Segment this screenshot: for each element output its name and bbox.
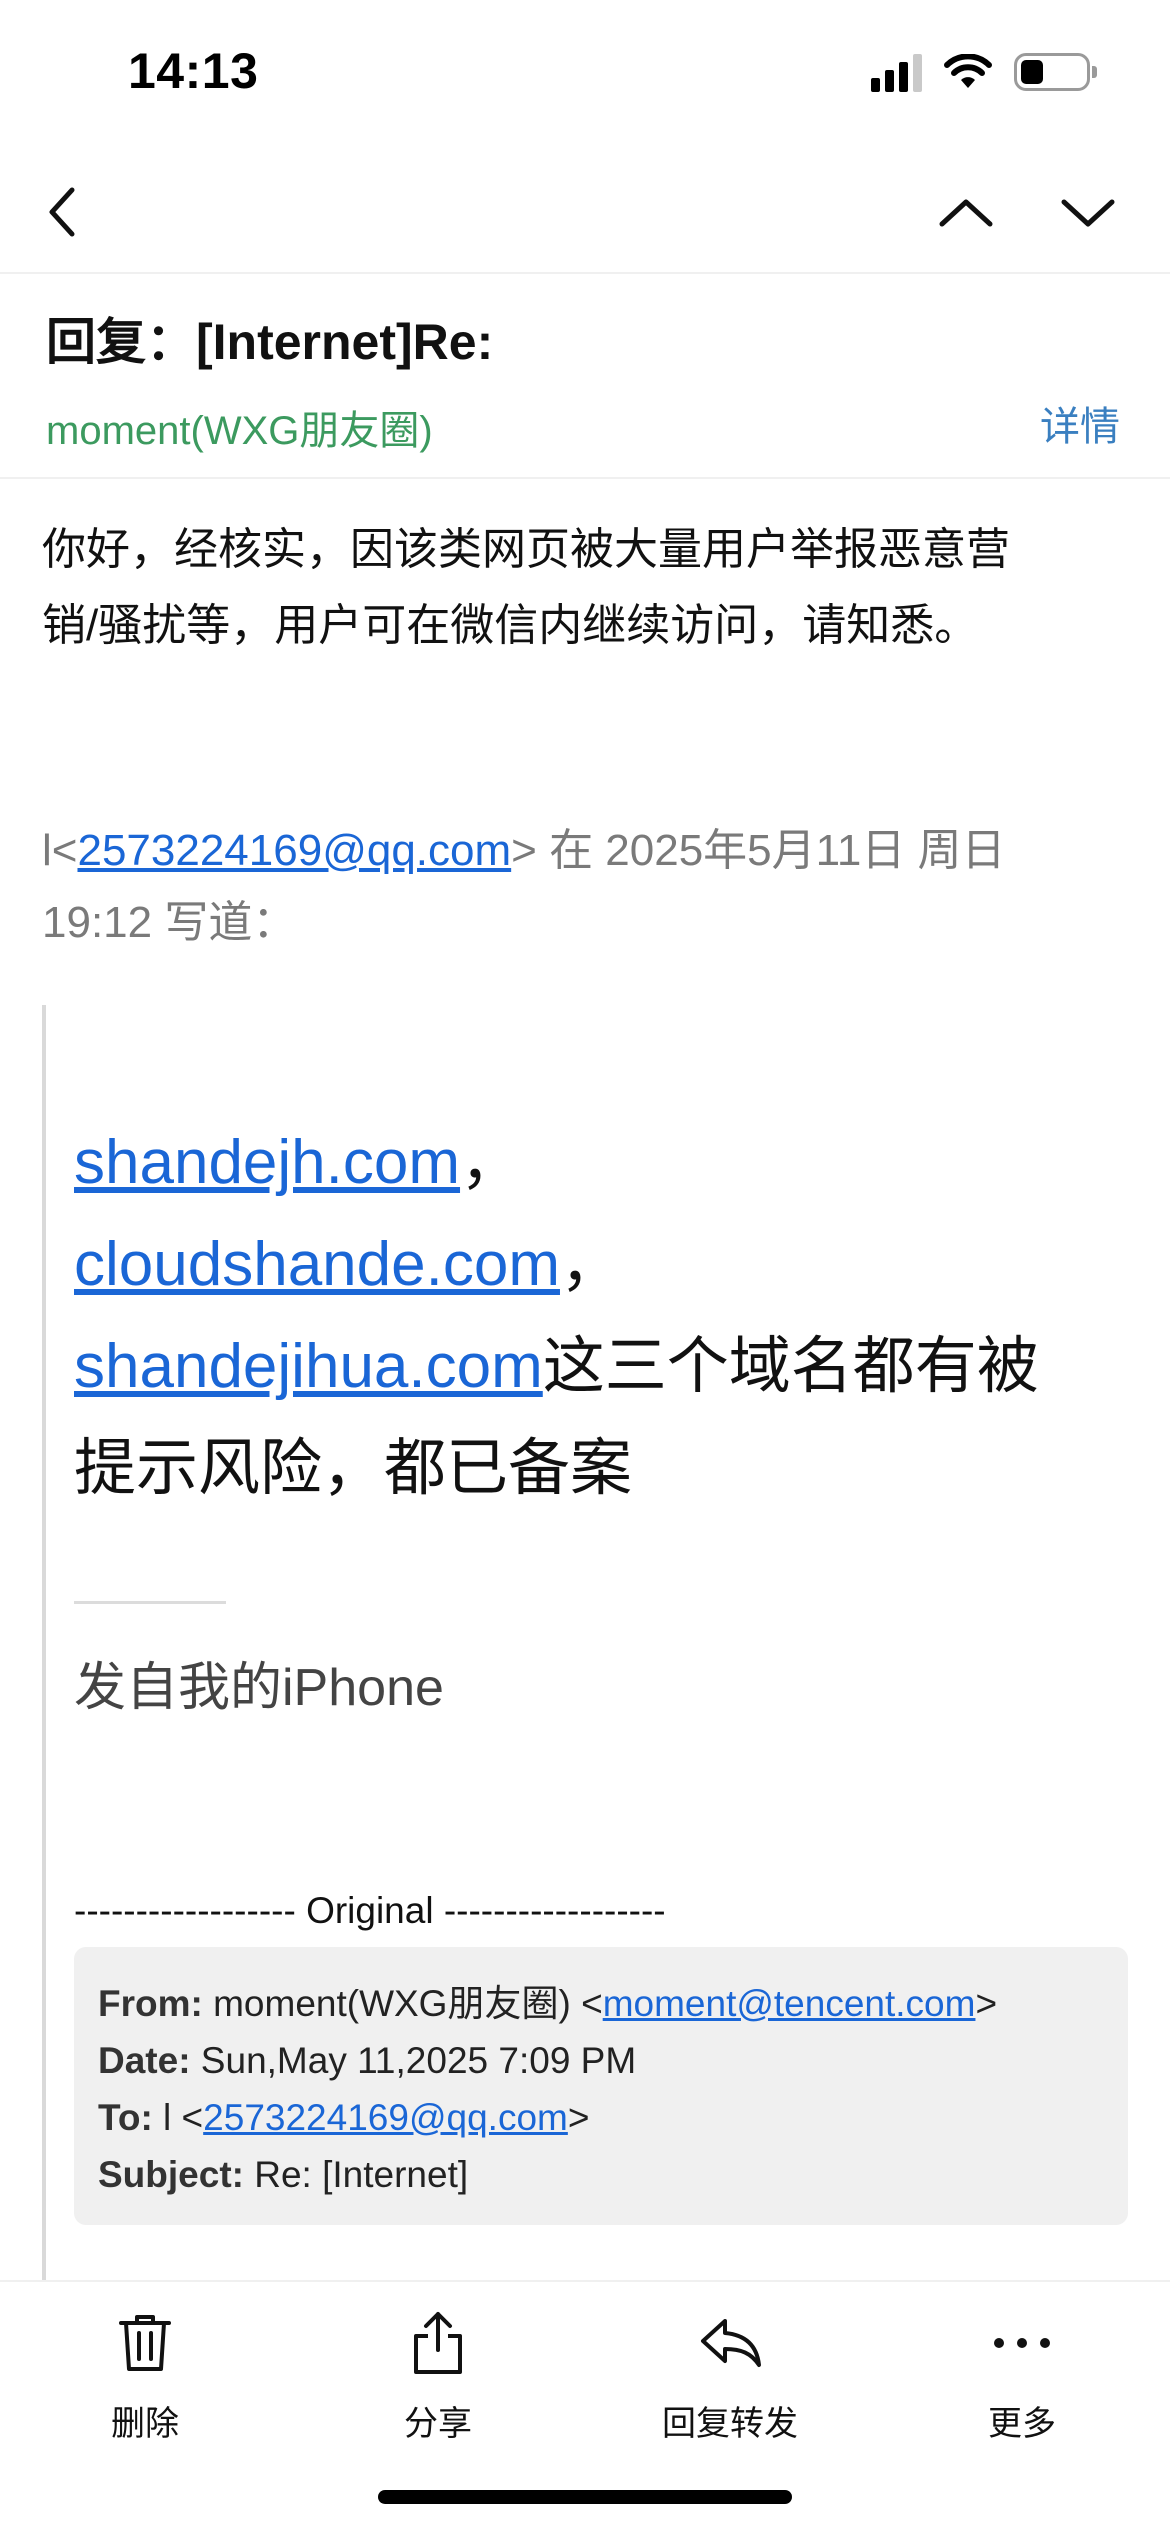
delete-label: 删除 — [111, 2405, 179, 2443]
chevron-left-icon — [49, 187, 75, 237]
share-button[interactable]: 分享 — [338, 2308, 538, 2445]
quoted-text: 这三个域名都有被 — [542, 1332, 1039, 1401]
status-icons — [871, 52, 1097, 92]
quote-bar — [42, 1005, 46, 2280]
cellular-signal-icon — [871, 52, 922, 92]
to-email-link[interactable]: 2573224169@qq.com — [203, 2097, 568, 2138]
ellipsis-icon — [994, 2338, 1050, 2348]
bracket: > — [567, 2097, 590, 2138]
date-row: Date: Sun,May 11,2025 7:09 PM — [98, 2032, 1104, 2089]
more-label: 更多 — [988, 2405, 1056, 2443]
from-name: moment(WXG朋友圈) < — [202, 1983, 603, 2024]
wifi-icon — [944, 54, 992, 88]
details-link[interactable]: 详情 — [1040, 394, 1120, 452]
mail-subject: 回复：[Internet]Re: — [46, 314, 494, 370]
delete-button[interactable]: 删除 — [45, 2308, 245, 2445]
signature-divider — [74, 1601, 226, 1604]
bracket: > — [975, 1983, 998, 2024]
subject-row: Subject: Re: [Internet] — [98, 2146, 1104, 2203]
reply-forward-button[interactable]: 回复转发 — [630, 2308, 830, 2445]
domain-link[interactable]: cloudshande.com — [74, 1230, 560, 1299]
from-email-link[interactable]: moment@tencent.com — [603, 1983, 976, 2024]
more-button[interactable]: 更多 — [922, 2308, 1122, 2445]
to-label: To: — [98, 2097, 153, 2138]
original-headers: From: moment(WXG朋友圈) <moment@tencent.com… — [74, 1947, 1128, 2225]
to-name: l < — [152, 2097, 204, 2138]
domain-link[interactable]: shandejihua.com — [74, 1332, 543, 1401]
mail-body: 你好，经核实，因该类网页被大量用户举报恶意营 销/骚扰等，用户可在微信内继续访问… — [42, 512, 1132, 664]
battery-icon — [1014, 53, 1097, 91]
status-bar: 14:13 — [0, 0, 1170, 150]
quote-header: l<2573224169@qq.com> 在 2025年5月11日 周日 19:… — [42, 815, 1132, 959]
domain-link[interactable]: shandejh.com — [74, 1128, 460, 1197]
header-divider — [0, 477, 1170, 479]
from-label: From: — [98, 1983, 203, 2024]
to-row: To: l <2573224169@qq.com> — [98, 2089, 1104, 2146]
quoted-text: 提示风险，都已备案 — [74, 1434, 633, 1503]
quote-time: 19:12 写道： — [42, 898, 297, 947]
subject-value: Re: [Internet] — [243, 2154, 469, 2195]
chevron-down-icon — [1061, 199, 1115, 227]
back-button[interactable] — [22, 172, 102, 252]
separator: ， — [559, 1230, 622, 1299]
reply-forward-label: 回复转发 — [662, 2405, 798, 2443]
trash-icon — [119, 2315, 171, 2371]
quote-date: > 在 2025年5月11日 周日 — [511, 826, 1006, 875]
sender-name[interactable]: moment(WXG朋友圈) — [46, 398, 433, 456]
quoted-message: shandejh.com， cloudshande.com， shandejih… — [74, 1112, 1124, 1520]
quote-email-link[interactable]: 2573224169@qq.com — [77, 826, 511, 875]
signature: 发自我的iPhone — [74, 1659, 444, 1717]
nav-bar — [0, 150, 1170, 274]
reply-icon — [701, 2319, 761, 2367]
share-icon — [414, 2312, 462, 2374]
subject-label: Subject: — [98, 2154, 244, 2195]
share-label: 分享 — [404, 2405, 472, 2443]
from-row: From: moment(WXG朋友圈) <moment@tencent.com… — [98, 1975, 1104, 2032]
original-divider: ------------------ Original ------------… — [74, 1890, 666, 1931]
home-indicator[interactable] — [378, 2490, 792, 2504]
previous-mail-button[interactable] — [926, 172, 1006, 252]
body-line: 销/骚扰等，用户可在微信内继续访问，请知悉。 — [42, 601, 979, 650]
body-line: 你好，经核实，因该类网页被大量用户举报恶意营 — [42, 525, 1010, 574]
date-label: Date: — [98, 2040, 191, 2081]
status-time: 14:13 — [128, 43, 259, 99]
chevron-up-icon — [939, 199, 993, 227]
next-mail-button[interactable] — [1048, 172, 1128, 252]
quote-prefix: l< — [42, 826, 78, 875]
date-value: Sun,May 11,2025 7:09 PM — [190, 2040, 637, 2081]
separator: ， — [460, 1128, 523, 1197]
